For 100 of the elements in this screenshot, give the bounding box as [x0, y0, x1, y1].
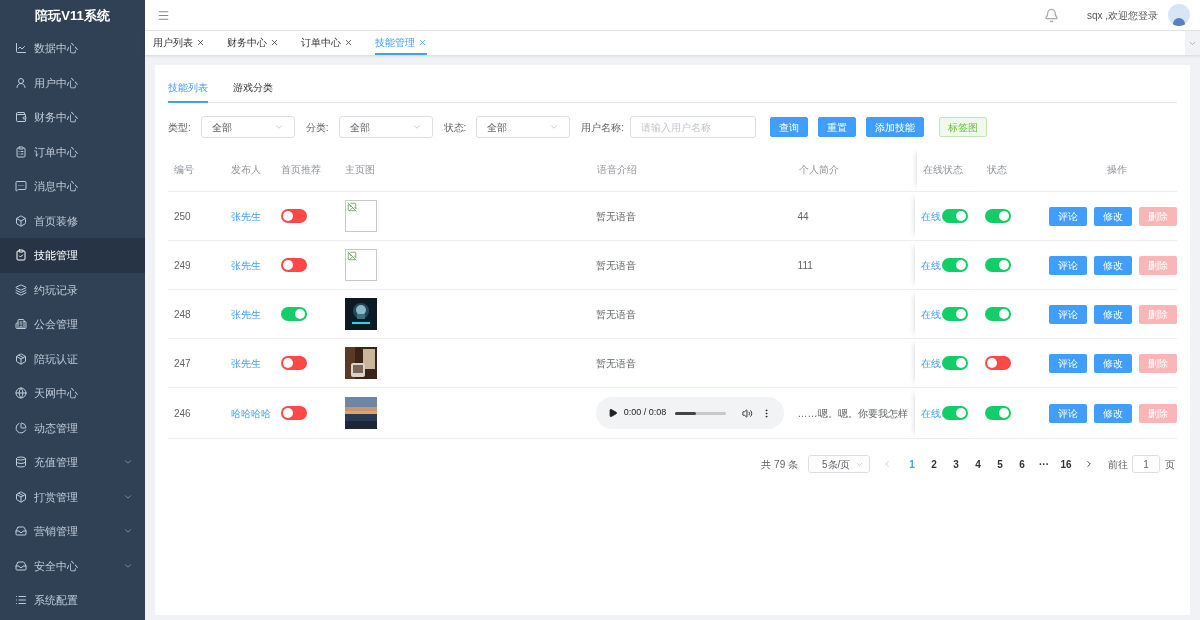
page-number[interactable]: 4	[967, 456, 989, 472]
inbox-icon	[15, 559, 27, 572]
filter-label: 分类:	[305, 120, 329, 135]
column-header: 首页推荐	[281, 162, 321, 177]
audio-progress-track[interactable]	[675, 411, 727, 415]
sidebar-item[interactable]: 数据中心	[0, 31, 145, 66]
toggle-switch[interactable]	[942, 356, 969, 370]
toggle-switch[interactable]	[942, 406, 969, 420]
table-cell-text: 暂无语音	[596, 258, 637, 273]
table-cell-text: 246	[174, 406, 191, 421]
filter-label: 类型:	[168, 120, 191, 135]
sidebar-item[interactable]: 订单中心	[0, 134, 145, 169]
database-icon	[15, 456, 27, 469]
content-tab[interactable]: 游戏分类	[233, 80, 273, 103]
sidebar-item[interactable]: 系统配置	[0, 583, 145, 618]
sidebar-item[interactable]: 陪玩认证	[0, 341, 145, 376]
toggle-switch[interactable]	[985, 258, 1012, 272]
wallet-icon	[15, 111, 27, 124]
column-header: 语音介绍	[597, 162, 637, 177]
online-label: 在线	[921, 209, 942, 224]
toggle-switch[interactable]	[942, 209, 969, 223]
online-label: 在线	[921, 406, 942, 421]
page-number[interactable]: 16	[1055, 456, 1077, 472]
sidebar-item[interactable]: 天网中心	[0, 376, 145, 411]
toggle-switch[interactable]	[985, 209, 1012, 223]
table-cell-text: 250	[174, 209, 191, 224]
column-header: 在线状态	[923, 162, 963, 177]
table-cell-text: 247	[174, 356, 191, 371]
toggle-switch[interactable]	[280, 307, 307, 321]
toggle-switch[interactable]	[985, 406, 1012, 420]
goto-label: 前往	[1108, 457, 1128, 472]
column-header: 编号	[174, 162, 194, 177]
chart-icon	[15, 42, 27, 55]
table-cell-text: 249	[174, 258, 191, 273]
package-icon	[15, 352, 27, 365]
toggle-switch[interactable]	[280, 209, 307, 223]
goto-suffix: 页	[1165, 457, 1175, 472]
filter-select[interactable]: 全部	[476, 116, 571, 138]
page-number[interactable]: 2	[923, 456, 945, 472]
toggle-switch[interactable]	[942, 258, 969, 272]
column-header: 主页图	[345, 162, 375, 177]
sidebar-item[interactable]: 首页装修	[0, 203, 145, 238]
column-header: 操作	[1107, 162, 1127, 177]
chevron-icon	[549, 122, 560, 132]
chat-icon	[15, 180, 27, 193]
goto-page-field[interactable]: 1	[1132, 455, 1160, 473]
bell-icon[interactable]	[1043, 7, 1059, 23]
sidebar-item[interactable]: 约玩记录	[0, 272, 145, 307]
sidebar-item[interactable]: 动态管理	[0, 410, 145, 445]
avatar[interactable]	[1168, 4, 1190, 26]
filter-label: 用户名称:	[581, 120, 625, 135]
page-tab[interactable]: 用户列表	[153, 31, 205, 55]
page-number[interactable]: 5	[989, 456, 1011, 472]
sidebar-item[interactable]: 用户中心	[0, 65, 145, 100]
table-cell-text: 暂无语音	[596, 307, 637, 322]
toggle-switch[interactable]	[985, 356, 1012, 370]
globe-icon	[15, 387, 27, 400]
page-number[interactable]: 6	[1011, 456, 1033, 472]
column-header: 发布人	[231, 162, 261, 177]
page-number[interactable]: ···	[1033, 456, 1055, 472]
clipboard-icon	[15, 145, 27, 158]
toggle-switch[interactable]	[985, 307, 1012, 321]
sidebar-item[interactable]: 公会管理	[0, 307, 145, 342]
chevron-icon	[273, 122, 284, 132]
table-cell-text: 暂无语音	[596, 209, 637, 224]
sidebar-item[interactable]: 充值管理	[0, 445, 145, 480]
table-cell-text: ……嗯。嗯。你要我怎样	[797, 406, 908, 421]
close-icon[interactable]	[344, 37, 353, 47]
sidebar-item[interactable]: 财务中心	[0, 100, 145, 135]
page-tab[interactable]: 财务中心	[227, 31, 279, 55]
toggle-switch[interactable]	[280, 406, 307, 420]
table-cell-text: 44	[797, 209, 809, 224]
toggle-switch[interactable]	[280, 356, 307, 370]
table-cell-text: 111	[797, 258, 813, 273]
filter-select[interactable]: 全部	[200, 116, 295, 138]
page-tab[interactable]: 订单中心	[301, 31, 353, 55]
chevron-icon	[411, 122, 422, 132]
close-icon[interactable]	[270, 37, 279, 47]
list-icon	[15, 594, 27, 607]
column-header: 个人简介	[799, 162, 839, 177]
total-count: 共 79 条	[761, 457, 798, 472]
user-icon	[15, 76, 27, 89]
close-icon[interactable]	[196, 37, 205, 47]
page-number[interactable]: 3	[945, 456, 967, 472]
sidebar-item[interactable]: 技能管理	[0, 238, 145, 273]
clipboard-icon	[15, 249, 27, 262]
page-size-select[interactable]: 5条/页	[808, 455, 870, 473]
menu-icon[interactable]	[157, 8, 170, 22]
filter-select[interactable]: 全部	[338, 116, 433, 138]
column-header: 状态	[987, 162, 1007, 177]
volume-icon[interactable]	[742, 407, 754, 419]
sidebar-item[interactable]: 营销管理	[0, 514, 145, 549]
next-page-icon[interactable]	[1084, 459, 1094, 469]
audio-player[interactable]: 0:00 / 0:08	[596, 397, 785, 429]
toggle-switch[interactable]	[942, 307, 969, 321]
sidebar-item[interactable]: 消息中心	[0, 169, 145, 204]
play-icon[interactable]	[608, 408, 618, 418]
sidebar-item[interactable]: 安全中心	[0, 548, 145, 583]
sidebar-item[interactable]: 打赏管理	[0, 479, 145, 514]
toggle-switch[interactable]	[280, 258, 307, 272]
